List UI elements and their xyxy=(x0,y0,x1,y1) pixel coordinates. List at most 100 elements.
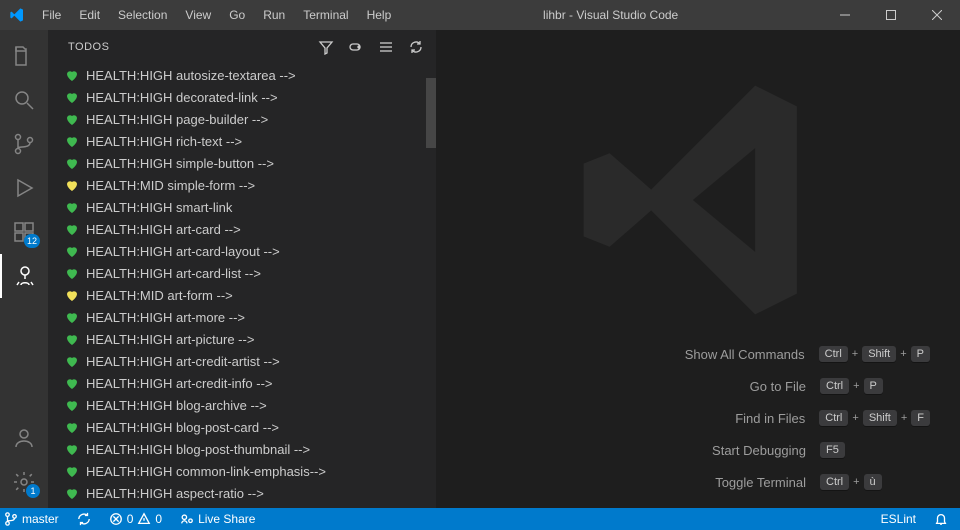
key: Ctrl xyxy=(819,410,848,426)
activity-explorer[interactable] xyxy=(0,34,48,78)
heart-icon xyxy=(64,397,80,413)
heart-icon xyxy=(64,177,80,193)
menu-go[interactable]: Go xyxy=(221,0,253,30)
git-branch-status[interactable]: master xyxy=(0,508,63,530)
menu-file[interactable]: File xyxy=(34,0,69,30)
activity-settings[interactable]: 1 xyxy=(0,460,48,504)
shortcut-label: Show All Commands xyxy=(635,347,805,362)
heart-icon xyxy=(64,67,80,83)
todo-item[interactable]: HEALTH:HIGH decorated-link --> xyxy=(54,86,436,108)
filter-icon[interactable] xyxy=(318,39,334,55)
todo-text: HEALTH:HIGH blog-post-thumbnail --> xyxy=(86,442,310,457)
live-share-status[interactable]: Live Share xyxy=(176,508,259,530)
key: Shift xyxy=(863,410,897,426)
sync-status[interactable] xyxy=(73,508,95,530)
welcome-shortcuts: Show All CommandsCtrl + Shift + PGo to F… xyxy=(436,346,960,490)
close-button[interactable] xyxy=(914,0,960,30)
menubar: FileEditSelectionViewGoRunTerminalHelp xyxy=(34,0,399,30)
todo-text: HEALTH:HIGH art-credit-info --> xyxy=(86,376,273,391)
branch-name: master xyxy=(22,512,59,526)
key: Ctrl xyxy=(820,378,849,394)
todo-item[interactable]: HEALTH:HIGH art-credit-info --> xyxy=(54,372,436,394)
todo-item[interactable]: HEALTH:HIGH page-builder --> xyxy=(54,108,436,130)
todo-text: HEALTH:HIGH decorated-link --> xyxy=(86,90,278,105)
activity-accounts[interactable] xyxy=(0,416,48,460)
todo-text: HEALTH:HIGH art-card-list --> xyxy=(86,266,261,281)
todo-text: HEALTH:HIGH smart-link xyxy=(86,200,232,215)
activity-todo-tree[interactable] xyxy=(0,254,48,298)
todo-item[interactable]: HEALTH:HIGH blog-post-card --> xyxy=(54,416,436,438)
todo-text: HEALTH:HIGH art-credit-artist --> xyxy=(86,354,280,369)
notifications-button[interactable] xyxy=(930,508,952,530)
menu-selection[interactable]: Selection xyxy=(110,0,175,30)
todo-item[interactable]: HEALTH:HIGH art-card --> xyxy=(54,218,436,240)
activity-extensions[interactable]: 12 xyxy=(0,210,48,254)
heart-icon xyxy=(64,353,80,369)
todo-item[interactable]: HEALTH:HIGH art-picture --> xyxy=(54,328,436,350)
todo-item[interactable]: HEALTH:HIGH art-card-list --> xyxy=(54,262,436,284)
shortcut-keys: F5 xyxy=(820,442,930,458)
heart-icon xyxy=(64,265,80,281)
heart-icon xyxy=(64,485,80,501)
shortcut-keys: Ctrl + ù xyxy=(820,474,930,490)
todo-item[interactable]: HEALTH:HIGH smart-link xyxy=(54,196,436,218)
refresh-icon[interactable] xyxy=(408,39,424,55)
todos-list[interactable]: HEALTH:HIGH autosize-textarea --> HEALTH:… xyxy=(48,64,436,508)
todo-text: HEALTH:HIGH autosize-textarea --> xyxy=(86,68,296,83)
activity-search[interactable] xyxy=(0,78,48,122)
todo-item[interactable]: HEALTH:MID simple-form --> xyxy=(54,174,436,196)
key: F5 xyxy=(820,442,845,458)
heart-icon xyxy=(64,287,80,303)
key: Ctrl xyxy=(820,474,849,490)
window-controls xyxy=(822,0,960,30)
sidebar-title: TODOS xyxy=(68,41,109,53)
list-icon[interactable] xyxy=(378,39,394,55)
todo-text: HEALTH:HIGH page-builder --> xyxy=(86,112,268,127)
todo-text: HEALTH:HIGH art-card --> xyxy=(86,222,241,237)
todo-item[interactable]: HEALTH:HIGH blog-archive --> xyxy=(54,394,436,416)
maximize-button[interactable] xyxy=(868,0,914,30)
todo-text: HEALTH:HIGH art-picture --> xyxy=(86,332,254,347)
activity-source-control[interactable] xyxy=(0,122,48,166)
todo-item[interactable]: HEALTH:HIGH blog-post-thumbnail --> xyxy=(54,438,436,460)
menu-edit[interactable]: Edit xyxy=(71,0,108,30)
todo-item[interactable]: HEALTH:HIGH simple-button --> xyxy=(54,152,436,174)
todo-text: HEALTH:HIGH art-more --> xyxy=(86,310,245,325)
todo-text: HEALTH:HIGH simple-button --> xyxy=(86,156,274,171)
todo-item[interactable]: HEALTH:HIGH common-link-emphasis--> xyxy=(54,460,436,482)
tag-icon[interactable] xyxy=(348,39,364,55)
eslint-status[interactable]: ESLint xyxy=(877,508,920,530)
todo-text: HEALTH:HIGH aspect-ratio --> xyxy=(86,486,264,501)
activity-badge: 1 xyxy=(26,484,40,498)
todo-item[interactable]: HEALTH:MID art-form --> xyxy=(54,284,436,306)
error-count: 0 xyxy=(127,512,134,526)
todo-item[interactable]: HEALTH:HIGH art-credit-artist --> xyxy=(54,350,436,372)
activity-run-debug[interactable] xyxy=(0,166,48,210)
todo-text: HEALTH:MID simple-form --> xyxy=(86,178,255,193)
todo-item[interactable]: HEALTH:HIGH art-more --> xyxy=(54,306,436,328)
key: ù xyxy=(864,474,882,490)
todo-item[interactable]: HEALTH:HIGH autosize-textarea --> xyxy=(54,64,436,86)
problems-status[interactable]: 0 0 xyxy=(105,508,166,530)
window-title: lihbr - Visual Studio Code xyxy=(399,8,822,22)
todo-item[interactable]: HEALTH:HIGH art-card-layout --> xyxy=(54,240,436,262)
key: Shift xyxy=(862,346,896,362)
todo-item[interactable]: HEALTH:HIGH aspect-ratio --> xyxy=(54,482,436,504)
menu-view[interactable]: View xyxy=(177,0,219,30)
shortcut-row: Show All CommandsCtrl + Shift + P xyxy=(436,346,930,362)
minimize-button[interactable] xyxy=(822,0,868,30)
heart-icon xyxy=(64,133,80,149)
menu-terminal[interactable]: Terminal xyxy=(295,0,356,30)
shortcut-label: Toggle Terminal xyxy=(636,475,806,490)
menu-run[interactable]: Run xyxy=(255,0,293,30)
status-bar: master 0 0 Live Share ESLint xyxy=(0,508,960,530)
todo-text: HEALTH:HIGH blog-post-card --> xyxy=(86,420,279,435)
scrollbar-thumb[interactable] xyxy=(426,78,436,148)
heart-icon xyxy=(64,199,80,215)
live-share-label: Live Share xyxy=(198,512,255,526)
todo-text: HEALTH:MID art-form --> xyxy=(86,288,233,303)
menu-help[interactable]: Help xyxy=(359,0,400,30)
heart-icon xyxy=(64,89,80,105)
key: F xyxy=(911,410,930,426)
todo-item[interactable]: HEALTH:HIGH rich-text --> xyxy=(54,130,436,152)
